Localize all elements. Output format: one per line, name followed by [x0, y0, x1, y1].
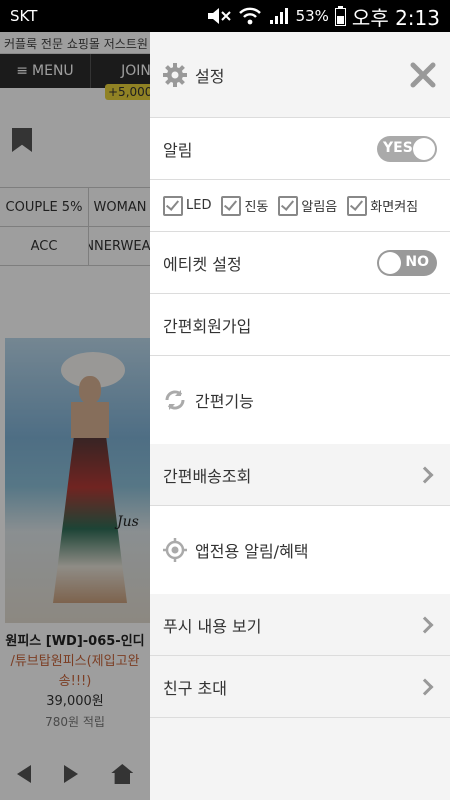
- wifi-icon: [238, 7, 261, 25]
- option-label: 진동: [244, 200, 269, 215]
- clock: 오후 2:13: [351, 5, 440, 30]
- easy-function-label: 간편기능: [195, 392, 254, 411]
- etiquette-toggle[interactable]: NO: [377, 249, 437, 276]
- settings-title: 설정: [195, 66, 225, 86]
- push-label: 푸시 내용 보기: [163, 616, 262, 636]
- push-row[interactable]: 푸시 내용 보기: [150, 594, 450, 656]
- signal-icon: [269, 8, 288, 24]
- option-led[interactable]: LED: [163, 195, 212, 216]
- toggle-knob: [379, 251, 401, 274]
- etiquette-toggle-text: NO: [405, 253, 429, 270]
- notification-label: 알림: [163, 140, 193, 160]
- mute-icon: [207, 8, 231, 24]
- delivery-row[interactable]: 간편배송조회: [150, 444, 450, 506]
- app-alert-label: 앱전용 알림/혜택: [195, 542, 309, 561]
- sync-icon: [165, 390, 185, 410]
- invite-label: 친구 초대: [163, 678, 227, 698]
- etiquette-row: 에티켓 설정 NO: [150, 232, 450, 294]
- status-bar: SKT 53% 오후 2:13: [0, 0, 450, 32]
- signup-label: 간편회원가입: [163, 316, 252, 336]
- option-label: 알림음: [301, 200, 338, 215]
- notification-options-row: LED 진동 알림음 화면켜짐: [150, 180, 450, 232]
- easy-function-row[interactable]: 간편기능: [150, 356, 450, 444]
- battery-percent: 53%: [295, 7, 329, 25]
- settings-panel: 설정 알림 YES LED 진동 알림음 화면켜짐 에티켓 설정 NO 간편회원…: [150, 32, 450, 800]
- signup-row[interactable]: 간편회원가입: [150, 294, 450, 356]
- checkbox-checked-icon: [278, 195, 299, 216]
- battery-icon: [334, 6, 346, 26]
- notification-row: 알림 YES: [150, 118, 450, 180]
- gear-icon: [163, 62, 187, 87]
- toggle-knob: [413, 137, 435, 160]
- checkbox-checked-icon: [163, 195, 183, 216]
- etiquette-label: 에티켓 설정: [163, 254, 242, 274]
- notification-toggle[interactable]: YES: [377, 135, 437, 162]
- option-label: 화면켜짐: [370, 200, 419, 215]
- chevron-right-icon: [416, 678, 434, 695]
- notification-options: LED 진동 알림음 화면켜짐: [163, 195, 437, 216]
- status-icons: 53% 오후 2:13: [206, 2, 440, 31]
- settings-header: 설정: [150, 32, 450, 118]
- chevron-right-icon: [416, 616, 434, 633]
- invite-row[interactable]: 친구 초대: [150, 656, 450, 718]
- carrier-label: SKT: [10, 7, 38, 25]
- option-label: LED: [186, 198, 212, 213]
- app-alert-row[interactable]: 앱전용 알림/혜택: [150, 506, 450, 594]
- delivery-label: 간편배송조회: [163, 466, 252, 486]
- checkbox-checked-icon: [221, 195, 242, 216]
- target-icon: [163, 538, 187, 562]
- notification-toggle-text: YES: [383, 139, 413, 156]
- option-screen-on[interactable]: 화면켜짐: [347, 195, 419, 216]
- option-vibrate[interactable]: 진동: [221, 195, 269, 216]
- option-sound[interactable]: 알림음: [278, 195, 338, 216]
- chevron-right-icon: [416, 466, 434, 483]
- close-icon[interactable]: [409, 61, 437, 89]
- checkbox-checked-icon: [347, 195, 368, 216]
